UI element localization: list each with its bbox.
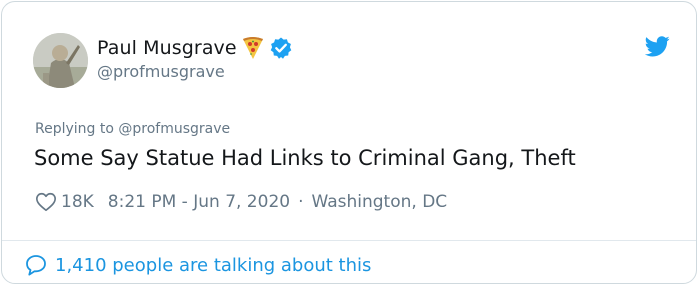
twitter-bird-icon[interactable]	[645, 36, 670, 57]
tweet-meta-row: 18K 8:21 PM - Jun 7, 2020 · Washington, …	[35, 188, 447, 216]
like-count[interactable]: 18K	[61, 192, 94, 212]
divider	[2, 240, 696, 241]
meta-separator: ·	[298, 192, 304, 212]
verified-badge-icon	[270, 37, 292, 59]
replying-to-label[interactable]: Replying to @profmusgrave	[35, 121, 230, 137]
heart-icon[interactable]	[35, 191, 57, 213]
avatar-image	[33, 33, 88, 88]
tweet-location[interactable]: Washington, DC	[311, 192, 447, 212]
tweet-card: Paul Musgrave @profmusgrave Replying to …	[1, 1, 697, 284]
author-handle[interactable]: @profmusgrave	[97, 62, 225, 81]
conversation-link[interactable]: 1,410 people are talking about this	[24, 252, 371, 278]
avatar[interactable]	[33, 33, 88, 88]
tweet-timestamp[interactable]: 8:21 PM - Jun 7, 2020	[108, 192, 290, 212]
pizza-icon	[242, 37, 263, 59]
tweet-text: Some Say Statue Had Links to Criminal Ga…	[34, 146, 576, 170]
author-name-row[interactable]: Paul Musgrave	[97, 35, 293, 61]
conversation-label[interactable]: 1,410 people are talking about this	[55, 255, 371, 276]
reply-bubble-icon	[26, 255, 46, 276]
author-display-name[interactable]: Paul Musgrave	[97, 37, 237, 59]
